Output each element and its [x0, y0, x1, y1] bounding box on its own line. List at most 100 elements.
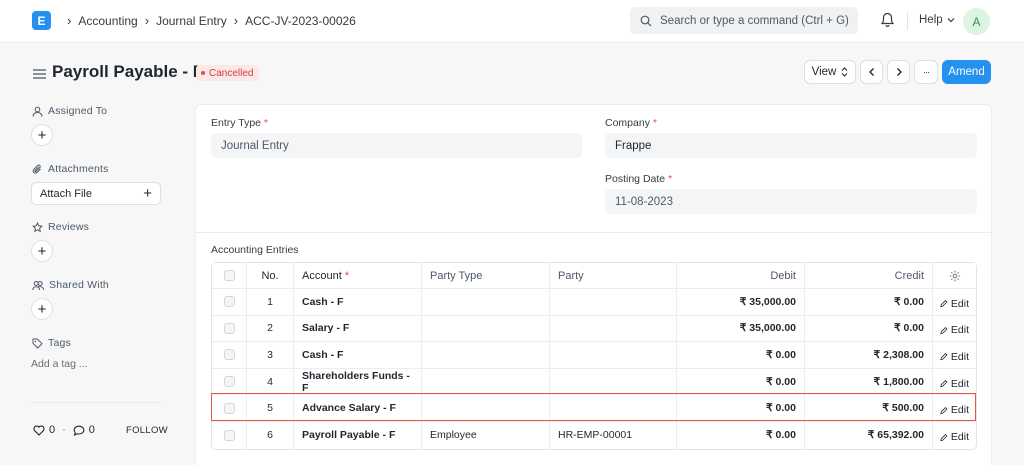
add-review-button[interactable]: + — [31, 240, 53, 262]
row-party[interactable]: HR-EMP-00001 — [550, 421, 677, 449]
row-party-type[interactable]: Employee — [422, 421, 550, 449]
row-checkbox[interactable] — [212, 395, 247, 421]
required-mark: * — [668, 173, 673, 185]
row-account[interactable]: Advance Salary - F — [294, 395, 422, 421]
row-edit-button[interactable]: Edit — [933, 422, 977, 449]
row-account[interactable]: Cash - F — [294, 342, 422, 368]
posting-date-field[interactable]: 11-08-2023 — [605, 189, 977, 214]
row-party[interactable] — [550, 289, 677, 315]
row-checkbox[interactable] — [212, 342, 247, 368]
row-party-type[interactable] — [422, 395, 550, 421]
sidebar-toggle-icon[interactable] — [33, 67, 46, 82]
row-party[interactable] — [550, 395, 677, 421]
status-badge: Cancelled — [196, 65, 260, 81]
edit-label: Edit — [950, 431, 969, 444]
previous-doc-button[interactable] — [860, 60, 883, 84]
table-row[interactable]: 2 Salary - F ₹ 35,000.00 ₹ 0.00 Edit — [212, 315, 977, 343]
table-row[interactable]: 1 Cash - F ₹ 35,000.00 ₹ 0.00 Edit — [212, 289, 976, 316]
table-row[interactable]: 4 Shareholders Funds - F ₹ 0.00 ₹ 1,800.… — [212, 368, 977, 396]
accounting-entries-title: Accounting Entries — [211, 244, 299, 256]
row-debit[interactable]: ₹ 35,000.00 — [677, 289, 805, 315]
row-party[interactable] — [550, 315, 677, 342]
plus-icon: + — [37, 126, 47, 144]
tag-icon — [32, 338, 43, 349]
row-checkbox[interactable] — [212, 315, 247, 342]
row-account[interactable]: Cash - F — [294, 289, 422, 315]
likes-count: 0 — [49, 424, 56, 436]
pencil-icon — [940, 300, 948, 308]
row-debit[interactable]: ₹ 0.00 — [677, 395, 805, 421]
row-edit-button[interactable]: Edit — [933, 289, 977, 315]
more-actions-button[interactable]: ··· — [914, 60, 938, 84]
row-party-type[interactable] — [422, 289, 550, 315]
col-no: No. — [247, 263, 294, 288]
plus-icon: + — [37, 242, 47, 260]
table-row[interactable]: 6 Payroll Payable - F Employee HR-EMP-00… — [212, 421, 977, 449]
row-account[interactable]: Payroll Payable - F — [294, 421, 422, 449]
notifications-bell-icon[interactable] — [880, 12, 895, 31]
row-debit[interactable]: ₹ 0.00 — [677, 342, 805, 368]
add-tag-link[interactable]: Add a tag ... — [31, 358, 88, 370]
edit-label: Edit — [950, 324, 969, 337]
row-party-type[interactable] — [422, 315, 550, 342]
add-assignee-button[interactable]: + — [31, 124, 53, 146]
column-settings-icon[interactable] — [933, 263, 977, 288]
breadcrumb-accounting[interactable]: Accounting — [78, 14, 137, 28]
breadcrumb-document[interactable]: ACC-JV-2023-00026 — [245, 14, 356, 28]
user-icon — [32, 106, 43, 117]
row-checkbox[interactable] — [212, 421, 247, 449]
required-mark: * — [263, 117, 269, 129]
follow-button[interactable]: FOLLOW — [126, 425, 168, 436]
row-party-type[interactable] — [422, 368, 550, 395]
table-row[interactable]: 3 Cash - F ₹ 0.00 ₹ 2,308.00 Edit — [212, 342, 976, 369]
amend-button[interactable]: Amend — [942, 60, 991, 84]
row-debit[interactable]: ₹ 0.00 — [677, 368, 805, 395]
row-credit[interactable]: ₹ 500.00 — [805, 395, 933, 421]
chevron-right-icon: › — [144, 13, 150, 28]
row-credit[interactable]: ₹ 1,800.00 — [805, 368, 933, 395]
help-dropdown[interactable]: Help — [919, 14, 955, 26]
row-credit[interactable]: ₹ 0.00 — [805, 315, 933, 342]
reviews-text: Reviews — [48, 221, 90, 233]
pencil-icon — [940, 406, 948, 414]
app-logo[interactable]: E — [32, 11, 51, 30]
row-credit[interactable]: ₹ 0.00 — [805, 289, 933, 315]
heart-icon[interactable] — [33, 425, 45, 436]
sidebar-divider — [31, 402, 161, 403]
row-account[interactable]: Shareholders Funds - F — [294, 368, 422, 395]
row-party-type[interactable] — [422, 342, 550, 368]
search-bar[interactable]: Search or type a command (Ctrl + G) — [630, 7, 858, 34]
ellipsis-icon: ··· — [923, 67, 930, 77]
row-credit[interactable]: ₹ 65,392.00 — [805, 421, 933, 449]
comment-icon[interactable] — [73, 425, 85, 436]
row-edit-button[interactable]: Edit — [933, 342, 977, 368]
row-debit[interactable]: ₹ 0.00 — [677, 421, 805, 449]
help-label: Help — [919, 14, 943, 26]
col-party: Party — [550, 263, 677, 288]
row-account[interactable]: Salary - F — [294, 315, 422, 342]
row-party[interactable] — [550, 368, 677, 395]
next-doc-button[interactable] — [887, 60, 910, 84]
add-share-button[interactable]: + — [31, 298, 53, 320]
row-edit-button[interactable]: Edit — [933, 369, 977, 395]
row-edit-button[interactable]: Edit — [933, 395, 977, 421]
view-button[interactable]: View — [804, 60, 856, 84]
row-debit[interactable]: ₹ 35,000.00 — [677, 315, 805, 342]
breadcrumb-journal-entry[interactable]: Journal Entry — [156, 14, 227, 28]
attach-file-button[interactable]: Attach File + — [31, 182, 161, 205]
row-checkbox[interactable] — [212, 289, 247, 315]
chevron-left-icon — [868, 68, 874, 76]
row-no: 5 — [247, 395, 294, 421]
row-no: 3 — [247, 342, 294, 368]
row-edit-button[interactable]: Edit — [933, 316, 977, 342]
row-checkbox[interactable] — [212, 368, 247, 395]
paperclip-icon — [32, 164, 41, 174]
status-label: Cancelled — [209, 67, 254, 79]
company-field[interactable]: Frappe — [605, 133, 977, 158]
row-credit[interactable]: ₹ 2,308.00 — [805, 342, 933, 368]
row-party[interactable] — [550, 342, 677, 368]
table-row[interactable]: 5 Advance Salary - F ₹ 0.00 ₹ 500.00 Edi… — [212, 395, 976, 422]
entry-type-field[interactable]: Journal Entry — [211, 133, 582, 158]
select-all-checkbox[interactable] — [212, 263, 247, 288]
user-avatar[interactable]: A — [963, 8, 990, 35]
